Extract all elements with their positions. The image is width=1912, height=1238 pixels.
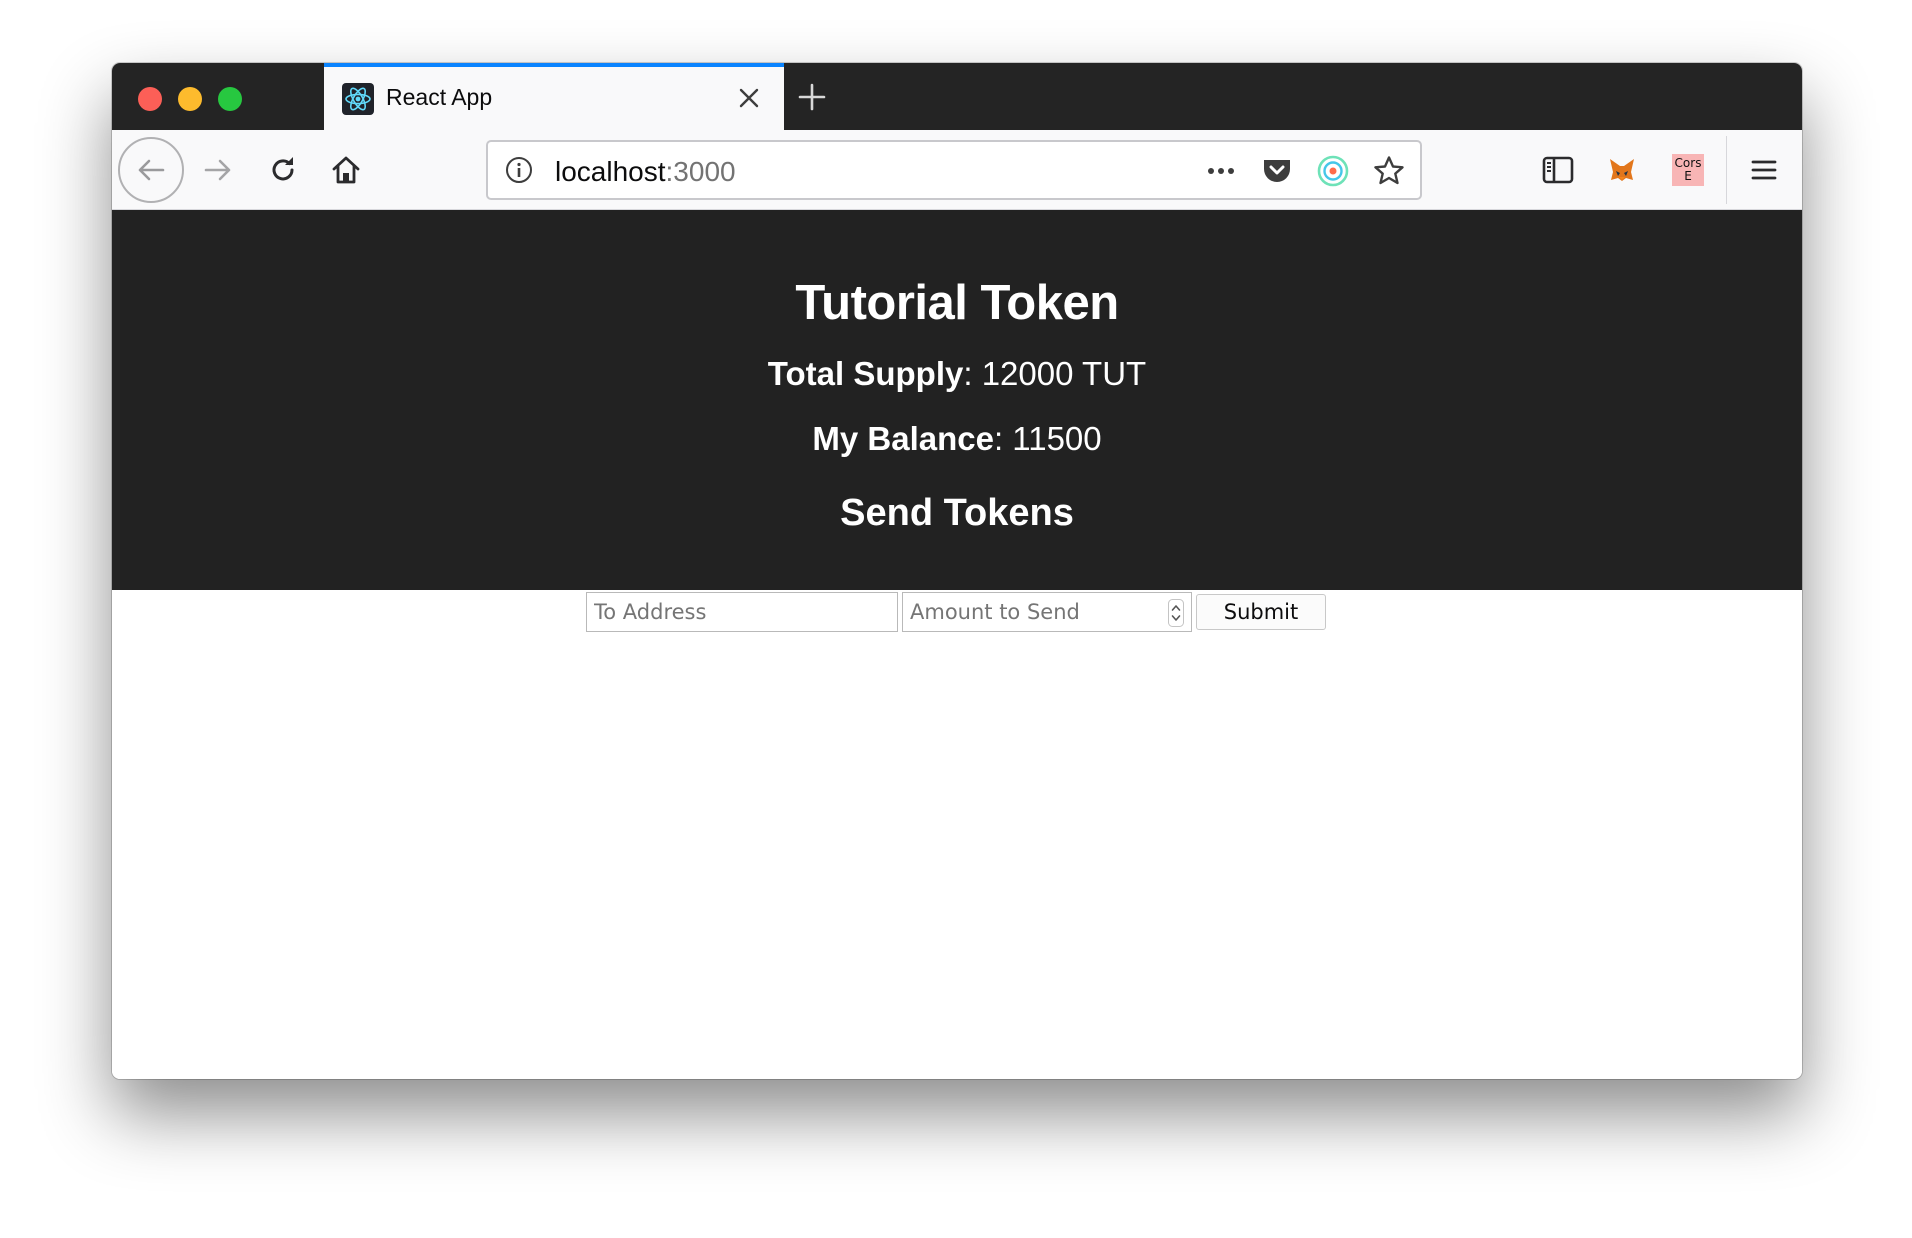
bookmark-star-icon[interactable] [1372, 154, 1406, 188]
submit-button[interactable]: Submit [1196, 594, 1326, 630]
total-supply-value: : 12000 TUT [963, 355, 1147, 392]
toolbar-separator [1726, 136, 1727, 204]
page-actions-icon[interactable] [1204, 154, 1238, 188]
metamask-fox-icon[interactable] [1602, 150, 1642, 190]
navigation-toolbar: localhost:3000 Cors E [112, 130, 1802, 210]
url-host: localhost [555, 156, 666, 187]
react-logo-icon [342, 83, 374, 115]
browser-window: React App localhost:3000 Cors E Tutorial… [112, 63, 1802, 1079]
my-balance: My Balance: 11500 [112, 420, 1802, 458]
pocket-icon[interactable] [1260, 154, 1294, 188]
minimize-window-button[interactable] [178, 87, 202, 111]
sidebar-icon[interactable] [1538, 150, 1578, 190]
app-title: Tutorial Token [795, 276, 1119, 330]
reload-icon [272, 157, 294, 181]
tab-title: React App [386, 84, 493, 110]
cors-extension-icon[interactable]: Cors E [1668, 150, 1708, 190]
close-window-button[interactable] [138, 87, 162, 111]
send-tokens-heading: Send Tokens [840, 492, 1074, 534]
home-button[interactable] [316, 140, 376, 200]
close-tab-icon[interactable] [734, 83, 764, 113]
my-balance-label: My Balance [812, 420, 994, 457]
hamburger-menu-icon[interactable] [1744, 150, 1784, 190]
total-supply-label: Total Supply [767, 355, 964, 392]
url-port: :3000 [665, 156, 736, 187]
total-supply: Total Supply: 12000 TUT [112, 355, 1802, 393]
reload-button[interactable] [253, 140, 313, 200]
url-bar[interactable]: localhost:3000 [486, 140, 1422, 200]
arrow-right-icon [204, 159, 231, 181]
new-tab-icon[interactable] [792, 77, 832, 117]
to-address-input[interactable] [586, 592, 898, 632]
home-icon [332, 156, 360, 184]
back-button[interactable] [118, 137, 184, 203]
tab-react-app[interactable]: React App [324, 63, 784, 130]
number-spinner-icon[interactable] [1168, 599, 1184, 627]
zoom-window-button[interactable] [218, 87, 242, 111]
arrow-left-icon [138, 159, 165, 181]
url-text[interactable]: localhost:3000 [555, 156, 736, 188]
app-header: Tutorial Token Total Supply: 12000 TUT M… [112, 210, 1802, 590]
cors-badge: Cors E [1672, 154, 1704, 186]
page-content: Tutorial Token Total Supply: 12000 TUT M… [112, 210, 1802, 1079]
my-balance-value: : 11500 [993, 420, 1102, 457]
extension-target-icon[interactable] [1316, 154, 1350, 188]
site-info-icon[interactable] [504, 155, 534, 185]
amount-to-send-input[interactable] [902, 592, 1192, 632]
send-tokens-form: Submit [112, 590, 1802, 636]
tab-strip: React App [112, 63, 1802, 130]
cors-label-line2: E [1684, 169, 1692, 183]
forward-button[interactable] [188, 140, 248, 200]
